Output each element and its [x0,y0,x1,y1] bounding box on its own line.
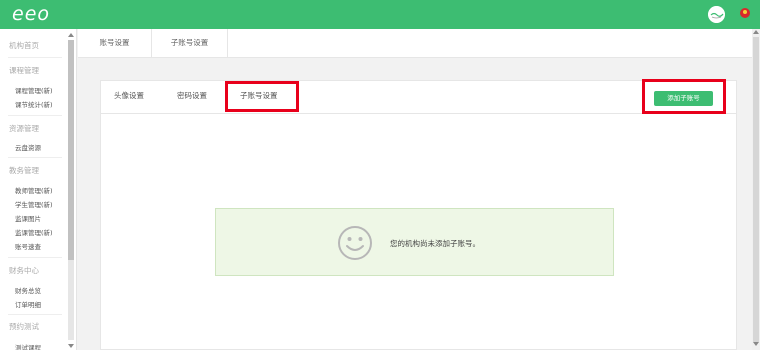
smile-icon [338,226,372,260]
tab-subaccount-settings[interactable]: 子账号设置 [152,29,228,57]
sidebar-item-cloud-resource[interactable]: 云盘资源 [15,142,41,152]
sidebar: 机构首页 课程管理 课程管理(新) 课节统计(新) 资源管理 云盘资源 教务管理… [0,29,77,350]
scroll-thumb[interactable] [68,40,74,260]
avatar[interactable] [708,6,725,23]
divider [8,314,62,315]
scroll-up-icon[interactable] [68,33,74,37]
divider [8,57,62,58]
sidebar-item-home[interactable]: 机构首页 [9,40,39,51]
top-tab-bar: 账号设置 子账号设置 [78,29,760,58]
main-scrollbar[interactable] [752,29,760,350]
flag-icon[interactable] [740,8,750,18]
empty-state: 您的机构尚未添加子账号。 [215,208,614,276]
sidebar-item-monitor-images[interactable]: 监课图片 [15,213,41,223]
sidebar-item-test-course[interactable]: 测试课程 [15,342,41,350]
scroll-down-icon[interactable] [753,342,759,346]
panel-tab-header: 头像设置 密码设置 子账号设置 添加子账号 [101,79,736,114]
divider [8,157,62,158]
sidebar-group-resource[interactable]: 资源管理 [9,123,39,134]
divider [8,257,62,258]
sidebar-group-test[interactable]: 预约测试 [9,321,39,332]
scroll-down-icon[interactable] [68,344,74,348]
sidebar-item-monitor-manage[interactable]: 监课管理(新) [15,227,53,237]
scroll-thumb[interactable] [753,37,759,342]
sidebar-item-student-manage[interactable]: 学生管理(新) [15,199,53,209]
sidebar-item-account-lookup[interactable]: 账号速查 [15,241,41,251]
sidebar-item-finance-overview[interactable]: 财务总览 [15,285,41,295]
tab-account-settings[interactable]: 账号设置 [78,29,152,57]
sidebar-item-teacher-manage[interactable]: 教师管理(新) [15,185,53,195]
sidebar-item-course-manage[interactable]: 课程管理(新) [15,85,53,95]
empty-message: 您的机构尚未添加子账号。 [390,239,480,248]
top-header: eeo [0,0,760,29]
sidebar-item-order-details[interactable]: 订单明细 [15,299,41,309]
sidebar-group-academic[interactable]: 教务管理 [9,165,39,176]
sidebar-group-course[interactable]: 课程管理 [9,65,39,76]
sidebar-scrollbar[interactable] [67,32,75,350]
highlight-box-button [642,79,726,114]
highlight-box-tab [225,81,299,112]
tab-avatar-settings[interactable]: 头像设置 [114,90,144,101]
settings-panel: 头像设置 密码设置 子账号设置 添加子账号 您的机构尚未添加子账号。 [100,79,737,350]
logo[interactable]: eeo [12,3,50,25]
sidebar-item-lesson-stats[interactable]: 课节统计(新) [15,99,53,109]
scroll-up-icon[interactable] [753,30,759,34]
divider [8,115,62,116]
sidebar-group-finance[interactable]: 财务中心 [9,265,39,276]
tab-password-settings[interactable]: 密码设置 [177,90,207,101]
